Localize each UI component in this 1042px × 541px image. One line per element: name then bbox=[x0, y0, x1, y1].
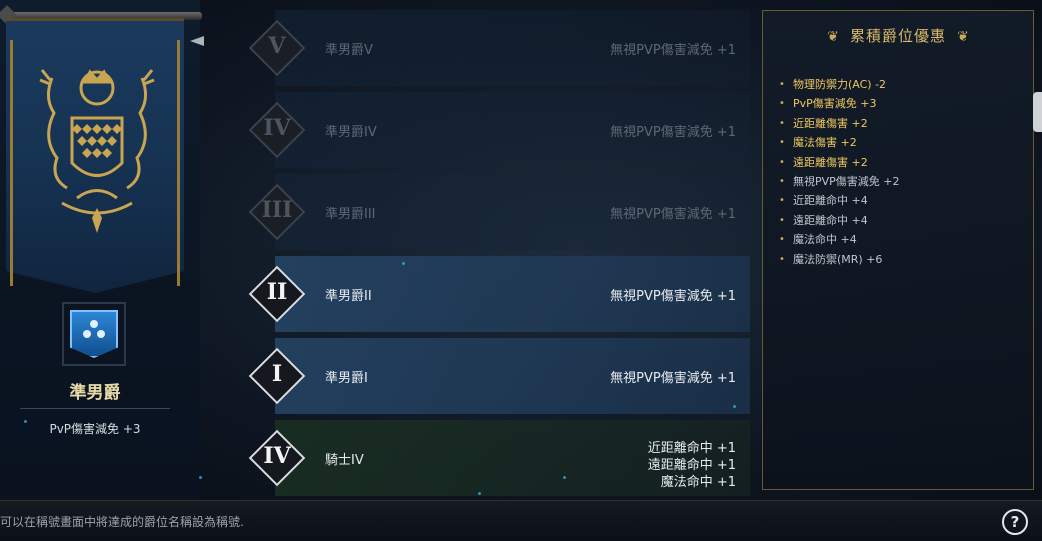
rank-effect: 無視PVP傷害減免 +1 bbox=[610, 125, 736, 140]
laurel-right-icon: ❦ bbox=[957, 29, 969, 45]
sparkle bbox=[199, 476, 202, 479]
footer-bar: 可以在稱號畫面中將達成的爵位名稱設為稱號. ? bbox=[0, 500, 1042, 541]
sparkle bbox=[563, 476, 566, 479]
rank-row-baron-iii[interactable]: III 準男爵III 無視PVP傷害減免 +1 bbox=[248, 174, 750, 250]
sparkle bbox=[733, 405, 736, 408]
rank-numeral-badge: V bbox=[248, 19, 306, 77]
rank-row-baron-i[interactable]: I 準男爵I 無視PVP傷害減免 +1 bbox=[248, 338, 750, 414]
rank-row-baron-v[interactable]: V 準男爵V 無視PVP傷害減免 +1 bbox=[248, 10, 750, 86]
rank-effect: 無視PVP傷害減免 +1 bbox=[610, 207, 736, 222]
rank-effect: 近距離命中 +1 bbox=[647, 441, 736, 456]
rank-title: 準男爵III bbox=[325, 207, 376, 222]
heraldic-crest-icon bbox=[39, 69, 155, 233]
rank-effect: 無視PVP傷害減免 +1 bbox=[610, 289, 736, 304]
rank-emblem bbox=[62, 302, 126, 366]
rank-title: 騎士IV bbox=[325, 453, 364, 468]
rank-title: 準男爵II bbox=[325, 289, 372, 304]
benefit-item: 近距離命中 +4 bbox=[777, 191, 900, 211]
rank-effect: 魔法命中 +1 bbox=[660, 475, 736, 490]
rank-effect: 無視PVP傷害減免 +1 bbox=[610, 371, 736, 386]
rank-effect: 無視PVP傷害減免 +1 bbox=[610, 43, 736, 58]
rank-row-baron-iv[interactable]: IV 準男爵IV 無視PVP傷害減免 +1 bbox=[248, 92, 750, 168]
rank-row-baron-ii[interactable]: II 準男爵II 無視PVP傷害減免 +1 bbox=[248, 256, 750, 332]
cumulative-benefits-panel: ❦ 累積爵位優惠 ❦ 物理防禦力(AC) -2 PvP傷害減免 +3 近距離傷害… bbox=[762, 10, 1034, 490]
benefit-item: 近距離傷害 +2 bbox=[777, 114, 900, 134]
benefit-item: 物理防禦力(AC) -2 bbox=[777, 75, 900, 95]
rank-numeral-badge: II bbox=[248, 265, 306, 323]
rank-title: 準男爵I bbox=[325, 371, 368, 386]
side-scroll-tab[interactable] bbox=[1033, 92, 1042, 132]
benefit-item: 遠距離傷害 +2 bbox=[777, 153, 900, 173]
rank-numeral-badge: III bbox=[248, 183, 306, 241]
benefit-list: 物理防禦力(AC) -2 PvP傷害減免 +3 近距離傷害 +2 魔法傷害 +2… bbox=[777, 75, 900, 269]
rank-title: 準男爵IV bbox=[325, 125, 377, 140]
rank-banner-panel: 準男爵 PvP傷害減免 +3 bbox=[0, 0, 202, 500]
rank-shield-icon bbox=[70, 310, 118, 358]
benefit-item: PvP傷害減免 +3 bbox=[777, 94, 900, 114]
rank-effects: 近距離命中 +1 遠距離命中 +1 魔法命中 +1 bbox=[648, 440, 736, 491]
divider bbox=[20, 408, 170, 409]
question-mark-icon[interactable]: ? bbox=[1002, 509, 1028, 535]
sparkle bbox=[24, 420, 27, 423]
rank-row-knight-iv[interactable]: IV 騎士IV 近距離命中 +1 遠距離命中 +1 魔法命中 +1 bbox=[248, 420, 750, 496]
rank-title: 準男爵V bbox=[325, 43, 373, 58]
sparkle bbox=[478, 492, 481, 495]
benefit-item: 魔法防禦(MR) +6 bbox=[777, 250, 900, 270]
current-rank-name: 準男爵 bbox=[69, 383, 121, 403]
benefit-item: 魔法命中 +4 bbox=[777, 230, 900, 250]
rank-numeral-badge: IV bbox=[248, 101, 306, 159]
panel-title: 累積爵位優惠 bbox=[849, 27, 946, 45]
current-rank-bonus: PvP傷害減免 +3 bbox=[49, 422, 141, 436]
rank-effect: 遠距離命中 +1 bbox=[647, 458, 736, 473]
rank-numeral-badge: I bbox=[248, 347, 306, 405]
benefit-item: 遠距離命中 +4 bbox=[777, 211, 900, 231]
benefit-item: 魔法傷害 +2 bbox=[777, 133, 900, 153]
laurel-left-icon: ❦ bbox=[827, 29, 839, 45]
benefit-item: 無視PVP傷害減免 +2 bbox=[777, 172, 900, 192]
footer-hint: 可以在稱號畫面中將達成的爵位名稱設為稱號. bbox=[0, 515, 244, 529]
sparkle bbox=[402, 262, 405, 265]
rank-numeral-badge: IV bbox=[248, 429, 306, 487]
